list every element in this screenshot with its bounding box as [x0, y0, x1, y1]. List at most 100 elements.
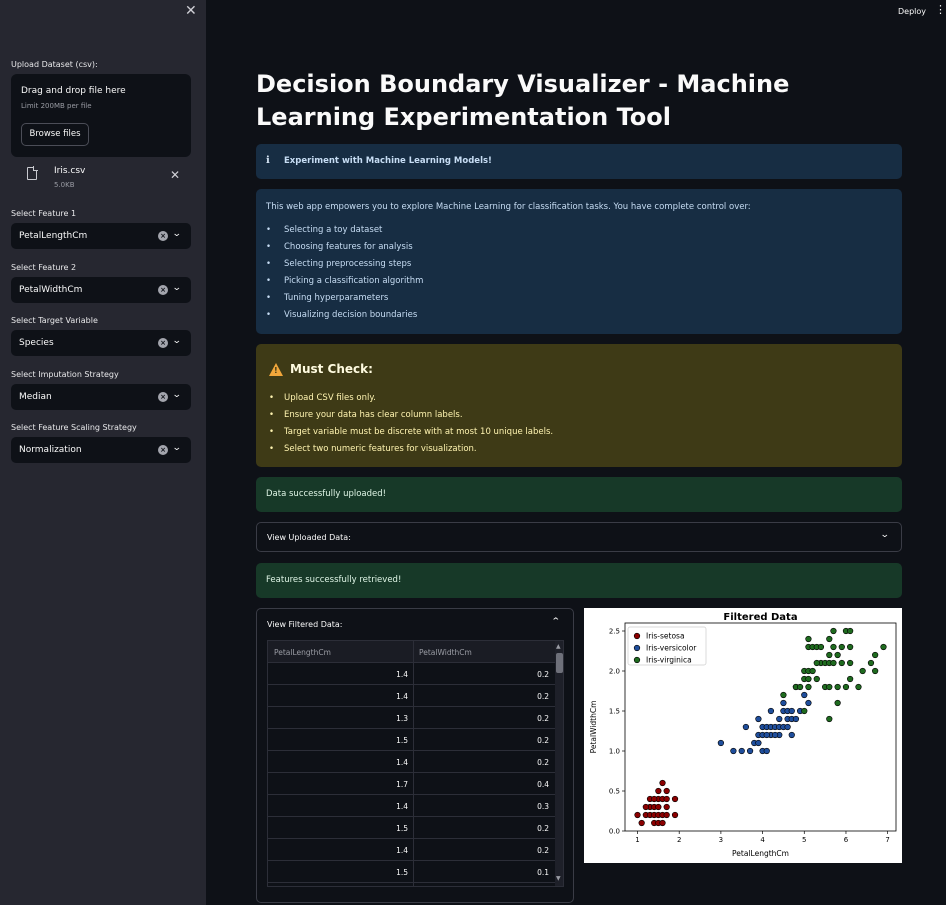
- scroll-down-icon[interactable]: ▼: [556, 875, 561, 882]
- file-dropzone[interactable]: Drag and drop file here Limit 200MB per …: [11, 74, 191, 157]
- table-cell: 0.2: [537, 736, 549, 745]
- data-point: [805, 683, 812, 691]
- scroll-up-icon[interactable]: ▲: [556, 643, 561, 650]
- data-point: [805, 635, 812, 643]
- table-row[interactable]: 1.4 0.3: [268, 795, 563, 817]
- table-cell: 0.2: [537, 692, 549, 701]
- y-axis-label: PetalWidthCm: [589, 701, 598, 754]
- column-header[interactable]: PetalLengthCm: [274, 648, 331, 657]
- deploy-button[interactable]: Deploy: [898, 7, 926, 16]
- list-item: Selecting preprocessing steps: [266, 259, 423, 276]
- target-value: Species: [19, 338, 54, 348]
- legend-label: Iris-setosa: [646, 632, 685, 641]
- remove-file-icon[interactable]: ✕: [170, 169, 180, 181]
- chevron-down-icon[interactable]: ⌄: [172, 390, 182, 400]
- data-point: [767, 707, 775, 715]
- list-item: Choosing features for analysis: [266, 242, 423, 259]
- clear-icon[interactable]: ×: [158, 231, 168, 241]
- data-point: [847, 627, 854, 635]
- warning-box: ! Must Check: Upload CSV files only. Ens…: [256, 344, 902, 467]
- data-point: [805, 675, 812, 683]
- list-item: Upload CSV files only.: [269, 393, 553, 410]
- main-menu-icon[interactable]: ⋮: [935, 4, 946, 15]
- target-label: Select Target Variable: [11, 316, 98, 325]
- target-select[interactable]: Species × ⌄: [11, 330, 191, 356]
- table-cell: 0.2: [537, 670, 549, 679]
- data-point: [755, 715, 762, 723]
- app-root: ✕ Upload Dataset (csv): Drag and drop fi…: [0, 0, 946, 905]
- data-point: [642, 803, 649, 811]
- data-point: [872, 667, 879, 675]
- feature2-select[interactable]: PetalWidthCm × ⌄: [11, 277, 191, 303]
- upload-success-banner: Data successfully uploaded!: [256, 477, 902, 512]
- imputation-select[interactable]: Median × ⌄: [11, 384, 191, 410]
- y-tick-label: 2.5: [609, 628, 620, 636]
- data-point: [830, 627, 837, 635]
- info-icon: ℹ: [266, 155, 270, 166]
- table-row[interactable]: 1.7 0.4: [268, 773, 563, 795]
- x-tick-label: 4: [760, 836, 765, 844]
- table-scrollbar[interactable]: ▲ ▼: [555, 641, 563, 886]
- table-cell: 0.4: [537, 780, 549, 789]
- table-cell: 0.2: [537, 824, 549, 833]
- scaling-select[interactable]: Normalization × ⌄: [11, 437, 191, 463]
- data-point: [801, 691, 808, 699]
- list-item: Picking a classification algorithm: [266, 276, 423, 293]
- data-point: [834, 699, 841, 707]
- data-point: [834, 651, 841, 659]
- scrollbar-thumb[interactable]: [556, 653, 563, 673]
- filtered-data-expander[interactable]: View Filtered Data: ⌃ PetalLengthCm Peta…: [256, 608, 574, 903]
- data-point: [655, 787, 662, 795]
- table-cell: 1.3: [396, 714, 408, 723]
- y-tick-label: 2.0: [609, 668, 620, 676]
- page-title: Decision Boundary Visualizer - Machine L…: [256, 70, 790, 131]
- close-icon[interactable]: ✕: [185, 4, 199, 18]
- x-tick-label: 6: [844, 836, 849, 844]
- table-cell: 1.5: [396, 868, 408, 877]
- chevron-down-icon[interactable]: ⌄: [172, 283, 182, 293]
- chevron-down-icon[interactable]: ⌄: [172, 336, 182, 346]
- browse-files-button[interactable]: Browse files: [21, 123, 89, 146]
- data-point: [872, 651, 879, 659]
- filtered-data-table[interactable]: PetalLengthCm PetalWidthCm 1.4 0.2 1.4 0.2 1…: [267, 640, 564, 887]
- clear-icon[interactable]: ×: [158, 338, 168, 348]
- data-point: [742, 723, 750, 731]
- data-point: [859, 667, 866, 675]
- features-success-banner: Features successfully retrieved!: [256, 563, 902, 598]
- data-point: [776, 715, 783, 723]
- expander-label: View Filtered Data:: [267, 620, 343, 629]
- warning-list: Upload CSV files only. Ensure your data …: [269, 393, 553, 461]
- chevron-down-icon[interactable]: ⌄: [880, 530, 890, 540]
- table-row[interactable]: 1.4 0.2: [268, 839, 563, 861]
- clear-icon[interactable]: ×: [158, 392, 168, 402]
- table-row[interactable]: 1.5 0.2: [268, 729, 563, 751]
- list-item: Selecting a toy dataset: [266, 225, 423, 242]
- column-header[interactable]: PetalWidthCm: [419, 648, 472, 657]
- data-point: [855, 683, 862, 691]
- table-header: PetalLengthCm PetalWidthCm: [268, 641, 563, 663]
- table-row[interactable]: 1.5 0.2: [268, 817, 563, 839]
- data-point: [780, 699, 787, 707]
- table-row[interactable]: 1.4 0.2: [268, 685, 563, 707]
- data-point: [655, 803, 662, 811]
- data-point: [663, 811, 670, 819]
- intro-box: This web app empowers you to explore Mac…: [256, 189, 902, 334]
- clear-icon[interactable]: ×: [158, 445, 168, 455]
- table-row[interactable]: 1.5 0.1: [268, 861, 563, 883]
- chevron-down-icon[interactable]: ⌄: [172, 443, 182, 453]
- data-point: [826, 635, 833, 643]
- feature1-select[interactable]: PetalLengthCm × ⌄: [11, 223, 191, 249]
- chevron-up-icon[interactable]: ⌃: [551, 617, 561, 627]
- table-row[interactable]: 1.4 0.2: [268, 751, 563, 773]
- chevron-down-icon[interactable]: ⌄: [172, 229, 182, 239]
- data-point: [784, 723, 791, 731]
- table-row[interactable]: 1.3 0.2: [268, 707, 563, 729]
- file-size: 5.0KB: [54, 181, 75, 189]
- table-row[interactable]: 1.4 0.2: [268, 663, 563, 685]
- data-point: [792, 715, 800, 723]
- uploaded-data-expander[interactable]: View Uploaded Data: ⌄: [256, 522, 902, 552]
- table-cell: 0.2: [537, 758, 549, 767]
- features-success-text: Features successfully retrieved!: [266, 575, 402, 585]
- clear-icon[interactable]: ×: [158, 285, 168, 295]
- y-tick-label: 0.0: [609, 828, 620, 836]
